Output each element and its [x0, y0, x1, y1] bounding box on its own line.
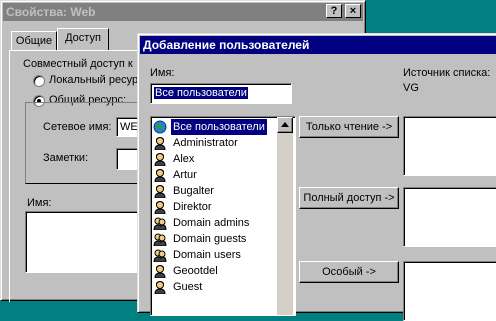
user-name: Artur	[173, 169, 197, 181]
users-list: Все пользователи Administrator Alex Artur Bu…	[151, 118, 277, 315]
group-icon	[153, 232, 167, 247]
full-access-label: Полный доступ ->	[303, 192, 395, 204]
dialog-name-value: Все пользователи	[154, 87, 248, 99]
radio-local-label: Локальный ресурс	[49, 74, 144, 86]
user-name: Bugalter	[173, 185, 214, 197]
name-listbox[interactable]	[25, 211, 145, 273]
tab-general-label: Общие	[15, 35, 53, 47]
user-icon	[153, 264, 167, 279]
user-name: Domain admins	[173, 217, 250, 229]
users-listbox[interactable]: Все пользователи Administrator Alex Artur Bu…	[150, 116, 296, 316]
properties-titlebar[interactable]: Свойства: Web	[3, 3, 363, 21]
dialog-name-label: Имя:	[150, 67, 175, 79]
custom-access-button[interactable]: Особый ->	[299, 261, 399, 283]
properties-title: Свойства: Web	[6, 5, 96, 19]
group-icon	[153, 248, 167, 263]
help-button[interactable]: ?	[326, 4, 342, 18]
full-access-list[interactable]	[403, 187, 496, 247]
full-access-button[interactable]: Полный доступ ->	[299, 187, 399, 209]
radio-local[interactable]	[33, 75, 45, 87]
dialog-titlebar[interactable]: Добавление пользователей	[140, 36, 496, 54]
user-icon	[153, 152, 167, 167]
tab-general[interactable]: Общие	[11, 31, 57, 51]
user-name: Domain users	[173, 249, 241, 261]
read-only-button[interactable]: Только чтение ->	[299, 116, 399, 138]
read-only-label: Только чтение ->	[305, 121, 393, 133]
user-icon	[153, 200, 167, 215]
shared-group-box	[25, 102, 145, 184]
user-name: Direktor	[173, 201, 212, 213]
dialog-title: Добавление пользователей	[143, 38, 310, 52]
share-group-label: Совместный доступ к	[23, 58, 133, 70]
name-label: Имя:	[27, 197, 52, 209]
tab-sharing[interactable]: Доступ	[57, 28, 109, 51]
net-name-label: Сетевое имя:	[43, 121, 112, 133]
user-name: Guest	[173, 281, 203, 293]
dialog-name-input[interactable]: Все пользователи	[150, 83, 292, 104]
source-value: VG	[403, 82, 419, 94]
tab-sharing-label: Доступ	[65, 32, 101, 44]
user-name: Все пользователи	[171, 119, 267, 135]
user-icon	[153, 280, 167, 295]
user-icon	[153, 184, 167, 199]
notes-label: Заметки:	[43, 152, 89, 164]
user-icon	[153, 168, 167, 183]
user-name: Domain guests	[173, 233, 247, 245]
arrow-up-icon	[281, 122, 289, 127]
read-only-list[interactable]	[403, 116, 496, 176]
users-scrollbar[interactable]	[277, 117, 293, 315]
scroll-up-button[interactable]	[277, 117, 293, 133]
user-icon	[153, 136, 167, 151]
group-icon	[153, 216, 167, 231]
add-users-dialog: Добавление пользователей Имя: Все пользо…	[137, 33, 496, 321]
user-name: Administrator	[173, 137, 238, 149]
user-name: Alex	[173, 153, 195, 165]
custom-access-list[interactable]	[403, 261, 496, 321]
globe-icon	[153, 120, 167, 134]
close-button[interactable]: ×	[345, 4, 361, 18]
source-label: Источник списка:	[403, 67, 491, 79]
custom-access-label: Особый ->	[322, 266, 376, 278]
user-name: Geootdel	[173, 265, 218, 277]
